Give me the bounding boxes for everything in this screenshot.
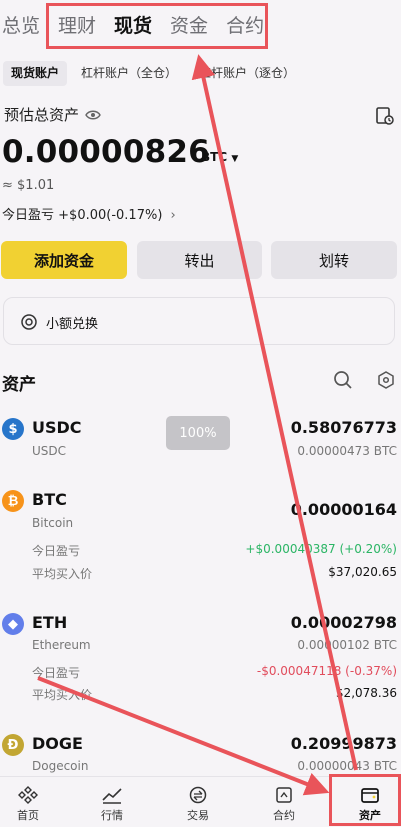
asset-row-btc[interactable]: ₿ BTC Bitcoin 0.00000164 今日盈亏 +$0.000403… (0, 486, 401, 582)
doge-icon: Ð (2, 734, 24, 756)
nav-home[interactable]: 首页 (0, 777, 56, 823)
small-exchange-icon (21, 314, 37, 330)
highlight-box-assets-nav (329, 774, 401, 826)
coin-symbol: DOGE (32, 734, 83, 753)
nav-trade[interactable]: 交易 (170, 777, 226, 823)
coin-symbol: USDC (32, 418, 82, 437)
approx-usd: ≈ $1.01 (2, 178, 55, 193)
settings-hex-icon[interactable] (377, 371, 395, 389)
nav-markets[interactable]: 行情 (84, 777, 140, 823)
avg-price-value: $2,078.36 (335, 686, 397, 700)
nav-home-label: 首页 (17, 809, 39, 822)
nav-futures[interactable]: 合约 (256, 777, 312, 823)
history-icon[interactable] (375, 106, 395, 126)
coin-btc-value: 0.00000043 BTC (297, 759, 397, 773)
total-assets-label: 预估总资产 (4, 104, 101, 125)
search-icon[interactable] (333, 370, 353, 390)
nav-futures-label: 合约 (273, 809, 295, 822)
highlight-box-top-tabs (46, 3, 268, 49)
small-exchange-label: 小额兑换 (46, 317, 99, 332)
caret-down-icon: ▼ (231, 154, 239, 164)
trade-icon (189, 786, 207, 804)
eye-icon[interactable] (85, 109, 101, 121)
avg-price-label: 平均买入价 (32, 567, 93, 581)
total-assets-text: 预估总资产 (4, 106, 80, 124)
coin-amount: 0.20999873 (290, 734, 397, 753)
total-assets-amount: 0.00000826 (2, 134, 210, 170)
unit-selector[interactable]: BTC ▼ (201, 150, 238, 164)
coin-btc-value: 0.00000102 BTC (297, 638, 397, 652)
coin-name: Dogecoin (32, 759, 89, 773)
futures-icon (276, 787, 292, 803)
markets-chart-icon (102, 788, 122, 804)
nav-markets-label: 行情 (101, 809, 123, 822)
eth-icon: ◆ (2, 613, 24, 635)
coin-name: USDC (32, 444, 67, 458)
avg-price-value: $37,020.65 (328, 565, 397, 579)
transfer-button[interactable]: 划转 (271, 241, 397, 279)
account-tabs: 现货账户 杠杆账户（全仓） 杠杆账户（逐仓） (0, 61, 309, 86)
asset-row-doge[interactable]: Ð DOGE Dogecoin 0.20999873 0.00000043 BT… (0, 734, 401, 776)
home-diamond-icon (18, 786, 38, 804)
today-pnl[interactable]: 今日盈亏 +$0.00(-0.17%) › (2, 204, 176, 223)
coin-amount: 0.00002798 (290, 613, 397, 632)
tab-margin-cross[interactable]: 杠杆账户（全仓） (73, 61, 185, 86)
asset-row-eth[interactable]: ◆ ETH Ethereum 0.00002798 0.00000102 BTC… (0, 611, 401, 707)
nav-trade-label: 交易 (187, 809, 209, 822)
tab-spot-account[interactable]: 现货账户 (3, 61, 68, 86)
tab-margin-isolated[interactable]: 杠杆账户（逐仓） (191, 61, 303, 86)
unit-label: BTC (201, 150, 228, 164)
coin-name: Ethereum (32, 638, 91, 652)
withdraw-button[interactable]: 转出 (137, 241, 262, 279)
tab-overview[interactable]: 总览 (0, 11, 49, 38)
pnl-value: +$0.00040387 (+0.20%) (245, 542, 397, 556)
coin-amount: 0.00000164 (290, 500, 397, 519)
coin-btc-value: 0.00000473 BTC (297, 444, 397, 458)
assets-title: 资产 (2, 375, 36, 395)
coin-symbol: BTC (32, 490, 67, 509)
percent-badge: 100% (166, 416, 230, 450)
coin-symbol: ETH (32, 613, 68, 632)
usdc-icon: $ (2, 418, 24, 440)
today-pnl-value: +$0.00(-0.17%) (58, 208, 163, 223)
pnl-label: 今日盈亏 (32, 666, 81, 680)
today-pnl-label: 今日盈亏 (2, 208, 55, 223)
coin-amount: 0.58076773 (290, 418, 397, 437)
chevron-right-icon: › (170, 208, 176, 223)
avg-price-label: 平均买入价 (32, 688, 93, 702)
btc-icon: ₿ (2, 490, 24, 512)
add-funds-button[interactable]: 添加资金 (1, 241, 127, 279)
pnl-value: -$0.00047118 (-0.37%) (256, 664, 397, 678)
small-exchange-card[interactable]: 小额兑换 (3, 297, 395, 345)
coin-name: Bitcoin (32, 516, 74, 530)
pnl-label: 今日盈亏 (32, 544, 81, 558)
